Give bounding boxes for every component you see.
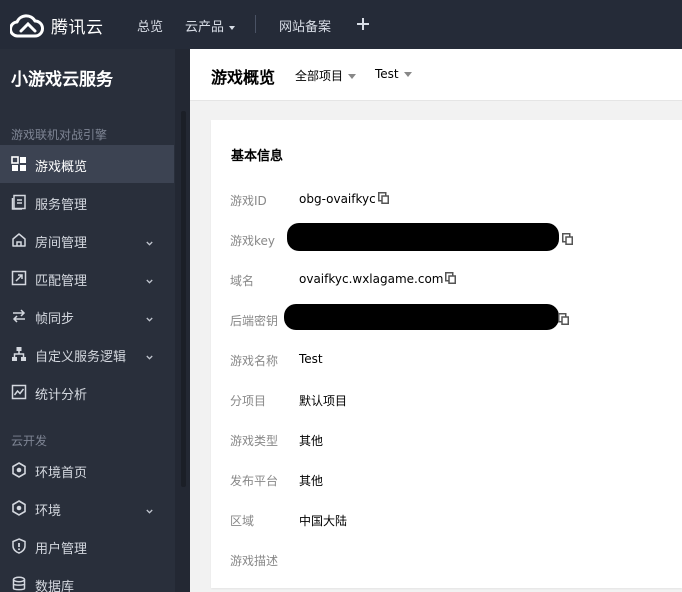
hexagon-icon bbox=[11, 462, 27, 478]
chevron-down-icon bbox=[146, 504, 153, 514]
sidebar-item[interactable]: 环境首页 bbox=[0, 451, 174, 489]
field-value-text: 默认项目 bbox=[299, 394, 348, 408]
sidebar-item[interactable]: 统计分析 bbox=[0, 373, 174, 411]
copy-icon[interactable] bbox=[377, 192, 389, 207]
chevron-down-icon bbox=[146, 236, 153, 246]
game-select[interactable]: Test bbox=[375, 67, 412, 81]
field-value: 中国大陆 bbox=[299, 512, 347, 529]
sidebar-item-label: 环境 bbox=[35, 504, 62, 519]
sidebar-item[interactable]: 服务管理 bbox=[0, 183, 174, 221]
card-title: 基本信息 bbox=[231, 149, 284, 164]
sidebar-item-label: 服务管理 bbox=[35, 198, 88, 213]
sidebar-item-label: 自定义服务逻辑 bbox=[35, 350, 127, 365]
field-value-text: 其他 bbox=[299, 434, 324, 448]
document-icon bbox=[11, 194, 27, 210]
topnav-icp-link[interactable]: 网站备案 bbox=[279, 16, 331, 35]
caret-down-icon bbox=[403, 72, 412, 77]
top-navigation-bar: 腾讯云 总览 云产品 网站备案 bbox=[0, 0, 682, 49]
cloud-logo-icon bbox=[10, 12, 44, 38]
sidebar: 小游戏云服务 游戏联机对战引擎 游戏概览服务管理房间管理匹配管理帧同步自定义服务逻… bbox=[0, 49, 190, 592]
field-label: 游戏名称 bbox=[230, 354, 279, 368]
copy-icon[interactable] bbox=[562, 233, 573, 248]
field-value: ovaifkyc.wxlagame.com bbox=[299, 272, 457, 287]
field-label: 分项目 bbox=[230, 394, 267, 408]
sidebar-item[interactable]: 环境 bbox=[0, 489, 174, 527]
sidebar-item[interactable]: 帧同步 bbox=[0, 297, 174, 335]
page-title: 游戏概览 bbox=[211, 68, 276, 87]
field-label: 游戏描述 bbox=[230, 554, 279, 568]
swap-icon bbox=[11, 270, 27, 286]
field-label: 游戏key bbox=[230, 234, 276, 248]
home-icon bbox=[11, 232, 27, 248]
field-value: obg-ovaifkyc bbox=[299, 192, 389, 207]
field-label: 游戏类型 bbox=[230, 434, 279, 448]
sidebar-item-label: 匹配管理 bbox=[35, 274, 88, 289]
database-icon bbox=[11, 576, 27, 592]
project-select-value: 全部项目 bbox=[295, 69, 344, 83]
chart-icon bbox=[11, 384, 27, 400]
field-label: 区域 bbox=[230, 514, 255, 528]
topnav-divider bbox=[255, 15, 256, 33]
sidebar-item[interactable]: 用户管理 bbox=[0, 527, 174, 565]
sidebar-item-label: 数据库 bbox=[35, 580, 75, 592]
copy-icon[interactable] bbox=[558, 313, 569, 328]
plus-icon[interactable] bbox=[355, 16, 371, 32]
field-value: 其他 bbox=[299, 432, 323, 449]
brand-name: 腾讯云 bbox=[51, 17, 104, 38]
field-value: 默认项目 bbox=[299, 392, 347, 409]
chevron-down-icon bbox=[146, 274, 153, 284]
sidebar-item[interactable]: 游戏概览 bbox=[0, 145, 174, 183]
field-label: 域名 bbox=[230, 274, 255, 288]
sidebar-group-label: 游戏联机对战引擎 bbox=[11, 128, 108, 142]
hierarchy-icon bbox=[11, 346, 27, 362]
field-label: 后端密钥 bbox=[230, 314, 279, 328]
chevron-down-icon bbox=[146, 312, 153, 322]
game-select-value: Test bbox=[375, 67, 399, 81]
sidebar-item-label: 用户管理 bbox=[35, 542, 88, 557]
hexagon-icon bbox=[11, 500, 27, 516]
field-label: 发布平台 bbox=[230, 474, 279, 488]
chevron-down-icon bbox=[146, 350, 153, 360]
chevron-down-icon bbox=[229, 25, 236, 30]
sidebar-item[interactable]: 匹配管理 bbox=[0, 259, 174, 297]
sidebar-group-label: 云开发 bbox=[11, 434, 48, 448]
sync-icon bbox=[11, 308, 27, 324]
field-value-text: 中国大陆 bbox=[299, 514, 348, 528]
field-label: 游戏ID bbox=[230, 194, 267, 208]
caret-down-icon bbox=[348, 74, 357, 79]
sidebar-item-label: 游戏概览 bbox=[35, 160, 88, 175]
topnav-products-menu[interactable]: 云产品 bbox=[185, 16, 236, 35]
topnav-products-label: 云产品 bbox=[185, 20, 225, 35]
field-value-text: 其他 bbox=[299, 474, 324, 488]
copy-icon[interactable] bbox=[445, 272, 457, 287]
grid-icon bbox=[11, 156, 27, 172]
sidebar-item-label: 帧同步 bbox=[35, 312, 75, 327]
basic-info-card: 基本信息 游戏ID obg-ovaifkyc 游戏key 域名 ovaifkyc.wxl… bbox=[211, 120, 682, 588]
topnav-overview-link[interactable]: 总览 bbox=[137, 16, 163, 35]
sidebar-item[interactable]: 自定义服务逻辑 bbox=[0, 335, 174, 373]
sidebar-item-label: 统计分析 bbox=[35, 388, 88, 403]
field-value-text: ovaifkyc.wxlagame.com bbox=[299, 272, 444, 286]
field-value-text: Test bbox=[299, 352, 323, 366]
sidebar-item[interactable]: 房间管理 bbox=[0, 221, 174, 259]
content-header: 游戏概览 全部项目 Test bbox=[190, 49, 682, 101]
sidebar-item-label: 房间管理 bbox=[35, 236, 88, 251]
brand-logo[interactable]: 腾讯云 bbox=[10, 9, 104, 41]
user-shield-icon bbox=[11, 538, 27, 554]
field-value: Test bbox=[299, 352, 323, 366]
sidebar-scrollbar[interactable] bbox=[181, 111, 186, 487]
sidebar-item-label: 环境首页 bbox=[35, 466, 88, 481]
sidebar-item[interactable]: 数据库 bbox=[0, 565, 174, 592]
project-select[interactable]: 全部项目 bbox=[295, 67, 357, 84]
redacted-value bbox=[287, 223, 559, 251]
sidebar-title: 小游戏云服务 bbox=[11, 70, 113, 90]
field-value: 其他 bbox=[299, 472, 323, 489]
redacted-value bbox=[284, 304, 559, 330]
field-value-text: obg-ovaifkyc bbox=[299, 192, 376, 206]
